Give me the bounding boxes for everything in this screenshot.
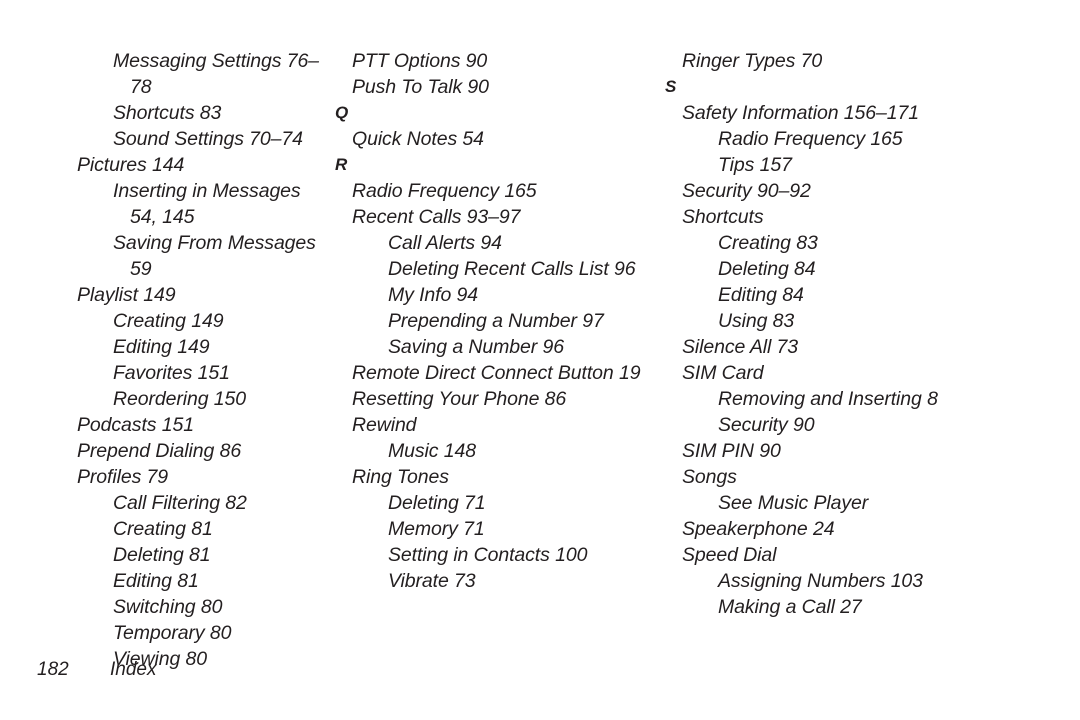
index-column-2: PTT Options 90 Push To Talk 90 Q Quick Note… — [325, 48, 655, 594]
index-entry: Quick Notes 54 — [352, 128, 484, 150]
index-subentry: Prepending a Number 97 — [388, 310, 604, 332]
index-entry: Speakerphone 24 — [682, 518, 835, 540]
index-column-2-content: PTT Options 90 Push To Talk 90 Q Quick Note… — [335, 48, 655, 594]
index-subentry: Tips 157 — [718, 154, 792, 176]
index-column-1-content: Messaging Settings 76–78 Shortcuts 83 Soun… — [77, 48, 325, 672]
footer-page-number: 182 — [37, 659, 69, 680]
index-subentry: See Music Player — [718, 492, 869, 514]
index-subentry: Temporary 80 — [113, 622, 232, 644]
index-subentry: Messaging Settings 76–78 — [113, 50, 319, 98]
index-subentry: Using 83 — [718, 310, 795, 332]
index-entry: Silence All 73 — [682, 336, 799, 358]
page-footer: 182 Index — [37, 657, 156, 683]
index-subentry: Switching 80 — [113, 596, 223, 618]
index-entry: Profiles 79 — [77, 466, 169, 488]
index-subentry: Vibrate 73 — [388, 570, 476, 592]
index-entry: Rewind — [352, 414, 417, 436]
index-subentry: Removing and Inserting 8 — [718, 388, 938, 410]
index-entry: Prepend Dialing 86 — [77, 440, 242, 462]
index-subentry: Shortcuts 83 — [113, 102, 222, 124]
index-entry: Radio Frequency 165 — [352, 180, 537, 202]
index-subentry: Editing 81 — [113, 570, 199, 592]
index-subentry: Creating 83 — [718, 232, 818, 254]
index-subentry: Sound Settings 70–74 — [113, 128, 303, 150]
index-entry: Ringer Types 70 — [682, 50, 823, 72]
index-letter-heading-r: R — [335, 155, 348, 174]
index-subentry: Call Alerts 94 — [388, 232, 502, 254]
index-entry: Resetting Your Phone 86 — [352, 388, 567, 410]
index-subentry: Creating 81 — [113, 518, 213, 540]
index-subentry: Saving From Messages 59 — [113, 232, 316, 280]
index-column-3-content: Ringer Types 70 S Safety Information 156–1… — [665, 48, 1080, 620]
index-page: Messaging Settings 76–78 Shortcuts 83 Soun… — [0, 0, 1080, 720]
index-subentry: Music 148 — [388, 440, 476, 462]
index-subentry: Favorites 151 — [113, 362, 230, 384]
index-entry: SIM Card — [682, 362, 764, 384]
index-subentry: Deleting 84 — [718, 258, 816, 280]
index-entry: Safety Information 156–171 — [682, 102, 919, 124]
index-subentry: Saving a Number 96 — [388, 336, 564, 358]
index-subentry: My Info 94 — [388, 284, 479, 306]
index-entry: Shortcuts — [682, 206, 764, 228]
index-subentry: Editing 84 — [718, 284, 804, 306]
footer-section-label: Index — [110, 659, 157, 680]
index-entry: Songs — [682, 466, 737, 488]
index-subentry: Setting in Contacts 100 — [388, 544, 588, 566]
index-columns: Messaging Settings 76–78 Shortcuts 83 Soun… — [0, 48, 1080, 672]
index-subentry: Deleting 81 — [113, 544, 211, 566]
index-subentry: Security 90 — [718, 414, 815, 436]
index-subentry: Memory 71 — [388, 518, 485, 540]
index-entry: SIM PIN 90 — [682, 440, 781, 462]
index-entry: Playlist 149 — [77, 284, 176, 306]
index-entry: PTT Options 90 — [352, 50, 488, 72]
index-subentry: Editing 149 — [113, 336, 210, 358]
index-letter-heading-q: Q — [335, 103, 349, 122]
index-subentry: Deleting 71 — [388, 492, 486, 514]
index-entry: Security 90–92 — [682, 180, 811, 202]
index-subentry: Inserting in Messages 54, 145 — [113, 180, 301, 228]
index-subentry: Call Filtering 82 — [113, 492, 247, 514]
index-column-3: Ringer Types 70 S Safety Information 156–1… — [655, 48, 1080, 620]
index-entry: Speed Dial — [682, 544, 777, 566]
index-entry: Podcasts 151 — [77, 414, 194, 436]
index-subentry: Creating 149 — [113, 310, 224, 332]
index-subentry: Assigning Numbers 103 — [718, 570, 923, 592]
index-entry: Pictures 144 — [77, 154, 185, 176]
index-entry: Recent Calls 93–97 — [352, 206, 521, 228]
index-subentry: Making a Call 27 — [718, 596, 862, 618]
index-subentry: Radio Frequency 165 — [718, 128, 903, 150]
index-subentry: Deleting Recent Calls List 96 — [388, 258, 636, 280]
index-letter-heading-s: S — [665, 77, 677, 96]
index-entry: Ring Tones — [352, 466, 449, 488]
index-column-1: Messaging Settings 76–78 Shortcuts 83 Soun… — [0, 48, 325, 672]
index-subentry: Reordering 150 — [113, 388, 247, 410]
index-entry: Push To Talk 90 — [352, 76, 489, 98]
index-entry: Remote Direct Connect Button 19 — [352, 362, 641, 384]
